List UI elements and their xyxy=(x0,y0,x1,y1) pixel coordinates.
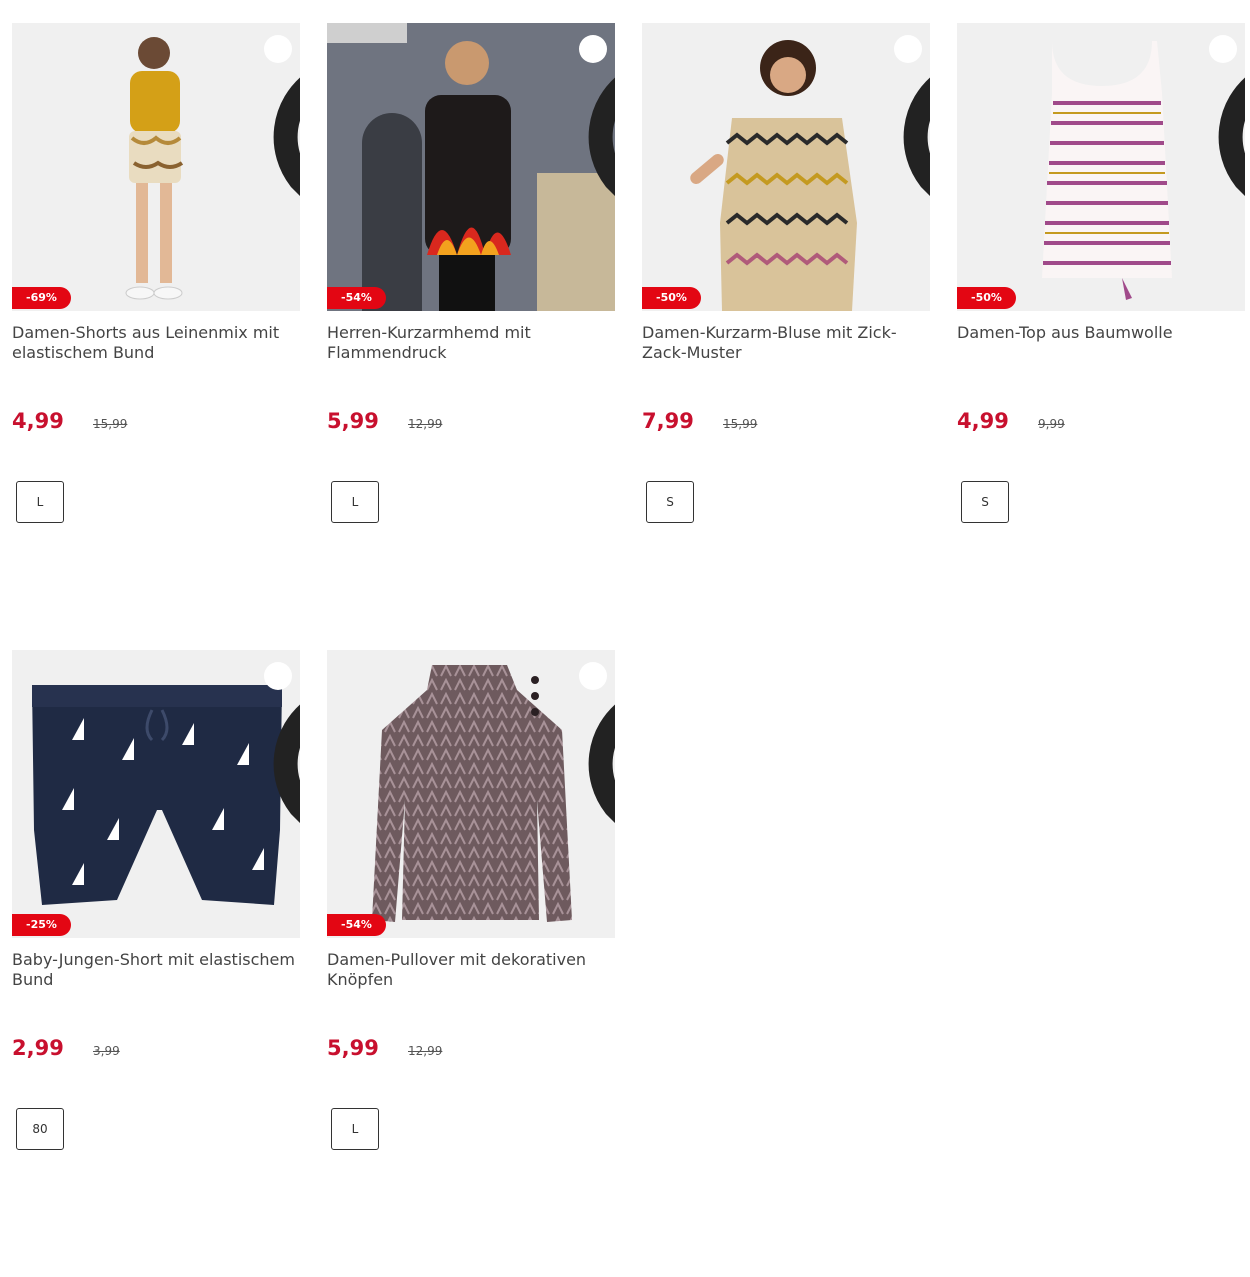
price-row: 4,99 9,99 xyxy=(957,409,1245,439)
discount-badge: -25% xyxy=(12,914,71,936)
wishlist-heart-icon[interactable] xyxy=(264,35,300,196)
current-price: 5,99 xyxy=(327,1036,379,1060)
product-image[interactable]: -54% xyxy=(327,23,615,311)
product-card[interactable]: -50% Damen-Kurzarm-Bluse mit Zick-Zack-M… xyxy=(642,23,930,650)
current-price: 4,99 xyxy=(12,409,64,433)
product-title[interactable]: Damen-Top aus Baumwolle xyxy=(957,323,1245,403)
current-price: 4,99 xyxy=(957,409,1009,433)
product-title[interactable]: Herren-Kurzarmhemd mit Flammendruck xyxy=(327,323,615,403)
old-price: 15,99 xyxy=(723,417,758,431)
size-option[interactable]: S xyxy=(961,481,1009,523)
size-option[interactable]: L xyxy=(16,481,64,523)
product-title[interactable]: Damen-Shorts aus Leinenmix mit elastisch… xyxy=(12,323,300,403)
product-image[interactable]: -50% xyxy=(957,23,1245,311)
price-row: 4,99 15,99 xyxy=(12,409,300,439)
discount-badge: -54% xyxy=(327,914,386,936)
product-title[interactable]: Damen-Pullover mit dekorativen Knöpfen xyxy=(327,950,615,1030)
size-option[interactable]: L xyxy=(331,1108,379,1150)
product-card[interactable]: -54% Damen-Pullover mit dekorativen Knöp… xyxy=(327,650,615,1277)
price-row: 5,99 12,99 xyxy=(327,409,615,439)
product-image[interactable]: -50% xyxy=(642,23,930,311)
size-option[interactable]: 80 xyxy=(16,1108,64,1150)
wishlist-heart-icon[interactable] xyxy=(1209,35,1245,196)
size-option[interactable]: S xyxy=(646,481,694,523)
current-price: 2,99 xyxy=(12,1036,64,1060)
wishlist-heart-icon[interactable] xyxy=(894,35,930,196)
product-image[interactable]: -54% xyxy=(327,650,615,938)
wishlist-heart-icon[interactable] xyxy=(264,662,300,823)
price-row: 2,99 3,99 xyxy=(12,1036,300,1066)
product-image[interactable]: -25% xyxy=(12,650,300,938)
product-card[interactable]: -50% Damen-Top aus Baumwolle 4,99 9,99 S xyxy=(957,23,1245,650)
discount-badge: -50% xyxy=(642,287,701,309)
old-price: 12,99 xyxy=(408,417,443,431)
price-row: 5,99 12,99 xyxy=(327,1036,615,1066)
wishlist-heart-icon[interactable] xyxy=(579,662,615,823)
current-price: 7,99 xyxy=(642,409,694,433)
product-card[interactable]: -25% Baby-Jungen-Short mit elastischem B… xyxy=(12,650,300,1277)
old-price: 3,99 xyxy=(93,1044,120,1058)
old-price: 12,99 xyxy=(408,1044,443,1058)
discount-badge: -50% xyxy=(957,287,1016,309)
product-image[interactable]: -69% xyxy=(12,23,300,311)
discount-badge: -54% xyxy=(327,287,386,309)
product-title[interactable]: Damen-Kurzarm-Bluse mit Zick-Zack-Muster xyxy=(642,323,930,403)
product-card[interactable]: -69% Damen-Shorts aus Leinenmix mit elas… xyxy=(12,23,300,650)
discount-badge: -69% xyxy=(12,287,71,309)
size-option[interactable]: L xyxy=(331,481,379,523)
old-price: 15,99 xyxy=(93,417,128,431)
price-row: 7,99 15,99 xyxy=(642,409,930,439)
old-price: 9,99 xyxy=(1038,417,1065,431)
wishlist-heart-icon[interactable] xyxy=(579,35,615,196)
product-title[interactable]: Baby-Jungen-Short mit elastischem Bund xyxy=(12,950,300,1030)
product-grid: -69% Damen-Shorts aus Leinenmix mit elas… xyxy=(12,23,1245,1277)
product-card[interactable]: -54% Herren-Kurzarmhemd mit Flammendruck… xyxy=(327,23,615,650)
current-price: 5,99 xyxy=(327,409,379,433)
